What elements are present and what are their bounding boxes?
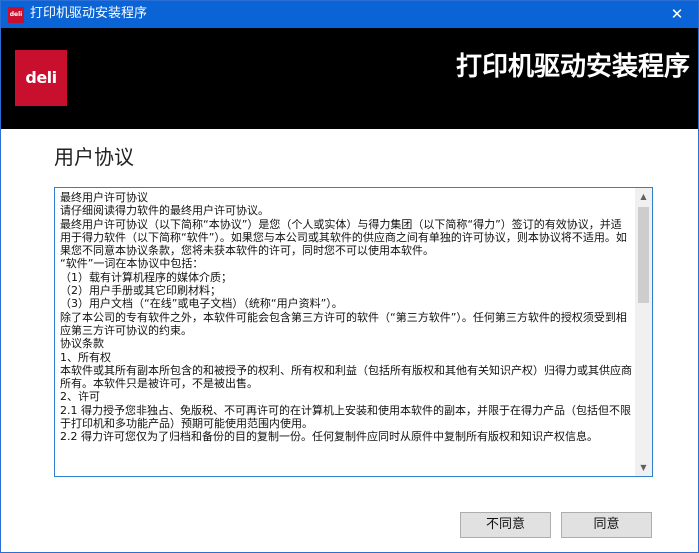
scroll-up-arrow-icon[interactable]: ▲ — [635, 188, 652, 205]
deli-logo: deli — [15, 50, 67, 106]
window-title: 打印机驱动安装程序 — [30, 6, 148, 21]
close-icon: ✕ — [670, 5, 684, 23]
disagree-button[interactable]: 不同意 — [460, 512, 551, 538]
vertical-scrollbar[interactable]: ▲ ▼ — [635, 188, 652, 476]
page-title: 用户协议 — [54, 145, 134, 169]
scroll-down-arrow-icon[interactable]: ▼ — [635, 459, 652, 476]
scrollbar-thumb[interactable] — [638, 207, 649, 303]
deli-app-icon: deli — [8, 7, 24, 23]
installer-window: deli 打印机驱动安装程序 ✕ deli 打印机驱动安装程序 用户协议 最终用… — [0, 0, 699, 553]
banner-title: 打印机驱动安装程序 — [455, 52, 690, 82]
close-button[interactable]: ✕ — [662, 3, 692, 25]
license-text: 最终用户许可协议 请仔细阅读得力软件的最终用户许可协议。 最终用户许可协议（以下… — [60, 191, 632, 444]
agree-button[interactable]: 同意 — [561, 512, 652, 538]
license-text-area[interactable]: 最终用户许可协议 请仔细阅读得力软件的最终用户许可协议。 最终用户许可协议（以下… — [54, 187, 653, 477]
header-banner: deli 打印机驱动安装程序 — [1, 28, 698, 129]
title-bar[interactable]: deli 打印机驱动安装程序 ✕ — [1, 1, 698, 28]
